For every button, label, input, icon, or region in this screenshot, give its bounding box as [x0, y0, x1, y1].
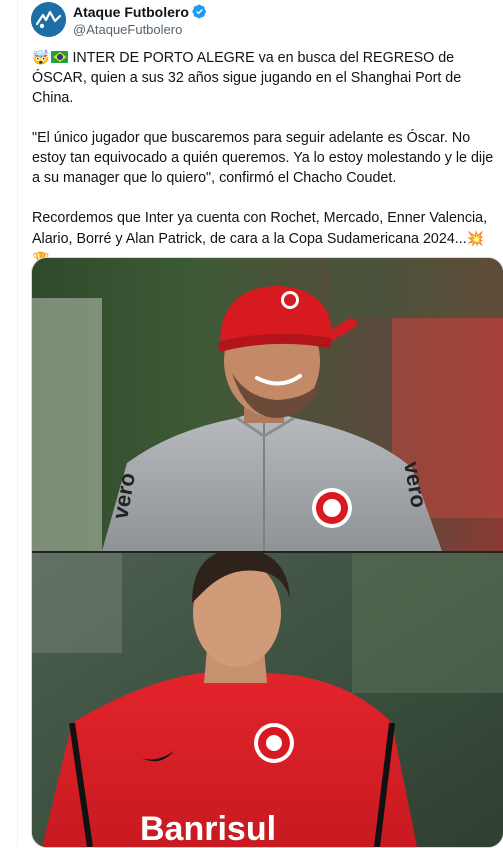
shirt-sponsor: Banrisul: [140, 810, 276, 847]
author-avatar[interactable]: [31, 2, 66, 37]
coach-photo[interactable]: vero vero: [32, 258, 503, 551]
player-photo[interactable]: Banrisul: [32, 553, 503, 847]
mind-blown-emoji-icon: 🤯: [32, 49, 50, 65]
ataque-futbolero-logo-icon: [31, 2, 66, 37]
tweet-author: Ataque Futbolero @AtaqueFutbolero: [73, 2, 207, 37]
tweet-media[interactable]: vero vero Banrisul: [31, 257, 503, 848]
tweet-text: 🤯 INTER DE PORTO ALEGRE va en busca del R…: [32, 47, 494, 290]
tweet-paragraph-1: 🤯 INTER DE PORTO ALEGRE va en busca del R…: [32, 49, 462, 106]
timeline-divider: [17, 0, 18, 847]
verified-badge-icon: [192, 4, 206, 19]
tweet-paragraph-2: "El único jugador que buscaremos para se…: [32, 130, 494, 186]
author-display-name[interactable]: Ataque Futbolero: [73, 4, 189, 20]
brazil-flag-icon: [51, 51, 69, 63]
author-handle[interactable]: @AtaqueFutbolero: [73, 22, 207, 37]
